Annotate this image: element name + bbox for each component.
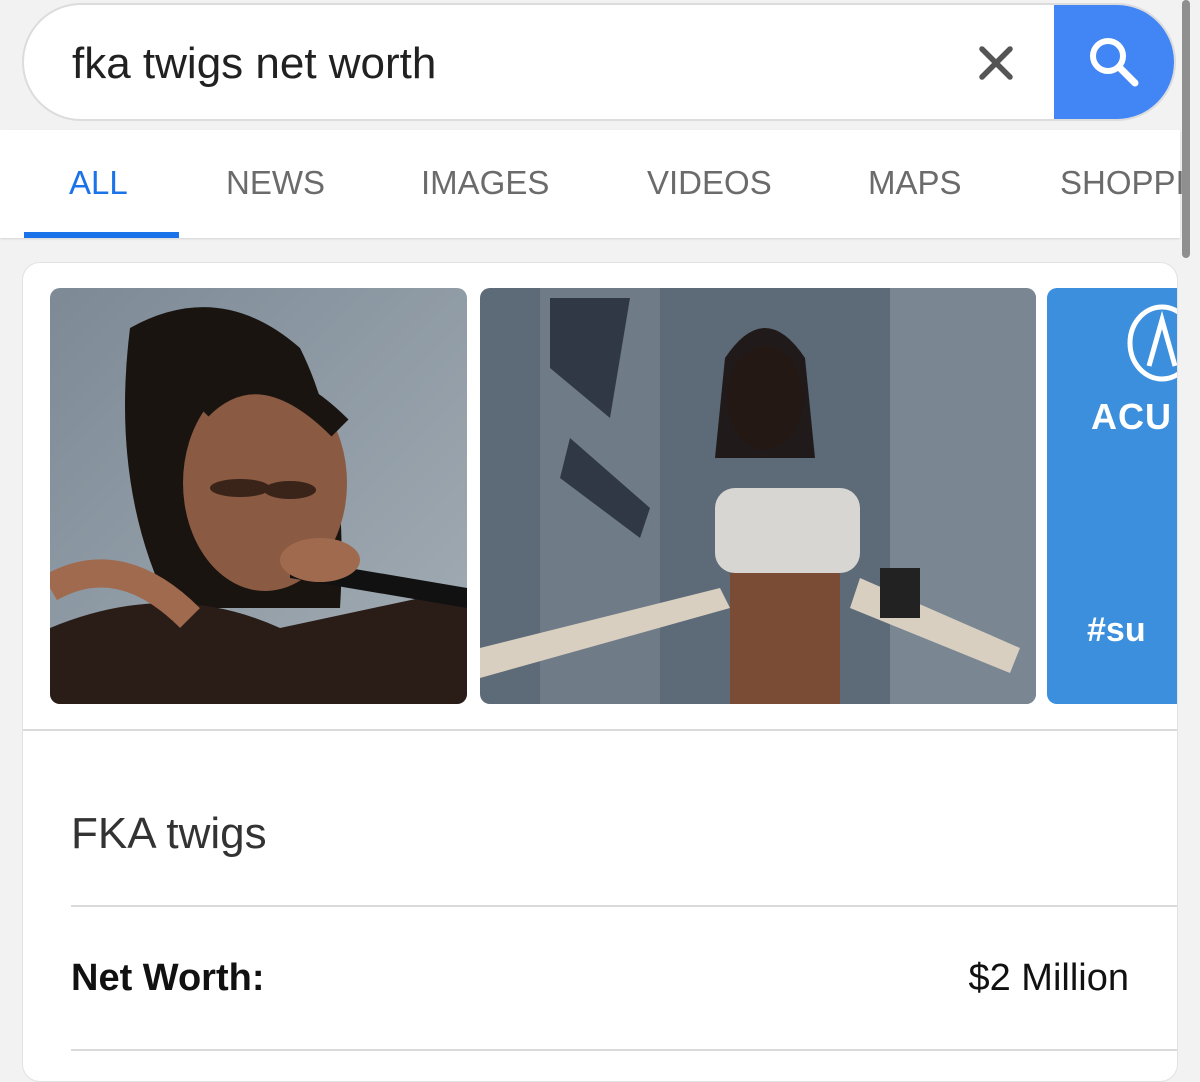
tab-maps[interactable]: MAPS: [868, 164, 962, 202]
close-icon: [979, 46, 1013, 80]
search-bar: fka twigs net worth: [22, 3, 1176, 121]
active-tab-indicator: [24, 232, 179, 238]
image-thumbnail-3[interactable]: ACU #su: [1047, 288, 1177, 704]
performer-image: [480, 288, 1036, 704]
title-divider: [71, 905, 1177, 907]
clear-search-button[interactable]: [968, 35, 1024, 91]
thumbnail-hashtag-text: #su: [1087, 611, 1146, 649]
thumbnail-brand-text: ACU: [1091, 396, 1172, 437]
scrollbar[interactable]: [1182, 0, 1190, 258]
tab-videos[interactable]: VIDEOS: [647, 164, 772, 202]
net-worth-label: Net Worth:: [71, 957, 265, 999]
knowledge-panel: ACU #su FKA twigs Net Worth: $2 Million: [22, 262, 1178, 1082]
singer-image: [50, 288, 467, 704]
image-thumbnail-2[interactable]: [480, 288, 1036, 704]
search-input[interactable]: fka twigs net worth: [72, 39, 436, 89]
tab-shopping[interactable]: SHOPPI: [1060, 164, 1185, 202]
fact-divider: [71, 1049, 1177, 1051]
image-thumbnail-1[interactable]: [50, 288, 467, 704]
entity-title: FKA twigs: [71, 809, 267, 858]
tab-all[interactable]: ALL: [69, 164, 128, 202]
net-worth-value: $2 Million: [968, 957, 1129, 999]
image-divider: [23, 729, 1177, 731]
search-button[interactable]: [1054, 5, 1174, 119]
search-tabs: ALL NEWS IMAGES VIDEOS MAPS SHOPPI: [0, 130, 1185, 238]
search-icon: [1090, 38, 1139, 87]
tab-news[interactable]: NEWS: [226, 164, 325, 202]
tab-images[interactable]: IMAGES: [421, 164, 549, 202]
